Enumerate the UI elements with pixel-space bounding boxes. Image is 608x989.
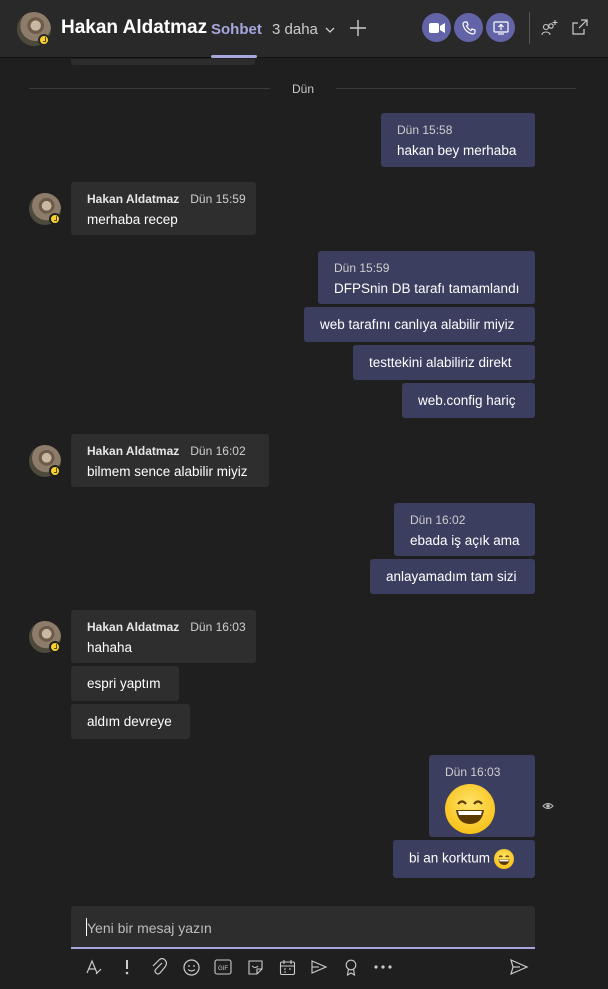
message-timestamp: Dün 15:58	[397, 123, 453, 137]
outgoing-message[interactable]: bi an korktum	[393, 840, 535, 878]
share-screen-icon	[492, 20, 509, 35]
sender-avatar[interactable]	[29, 445, 61, 477]
outgoing-message[interactable]: Dün 15:59 DFPSnin DB tarafı tamamlandı	[318, 251, 535, 304]
message-text: hakan bey merhaba	[397, 143, 517, 158]
away-status-icon	[49, 641, 61, 653]
message-timestamp: Dün 16:03	[445, 765, 501, 779]
message-text: ebada iş açık ama	[410, 533, 520, 548]
incoming-message[interactable]: Hakan Aldatmaz Dün 16:03 hahaha	[71, 610, 256, 663]
meeting-icon[interactable]	[277, 957, 297, 977]
sender-avatar[interactable]	[29, 193, 61, 225]
message-list[interactable]: Dün Dün 15:58 hakan bey merhaba Hakan Al…	[0, 59, 608, 889]
sender-name: Hakan Aldatmaz	[87, 192, 180, 206]
chat-header: Hakan Aldatmaz Sohbet 3 daha	[0, 0, 608, 58]
more-icon[interactable]	[373, 957, 393, 977]
tab-more-label: 3 daha	[272, 21, 318, 38]
message-text: bi an korktum	[409, 850, 491, 866]
previous-message-stub	[71, 59, 255, 65]
send-icon[interactable]	[509, 957, 529, 977]
audio-call-button[interactable]	[454, 13, 483, 42]
message-text: hahaha	[87, 640, 133, 655]
outgoing-message[interactable]: Dün 16:02 ebada iş açık ama	[394, 503, 535, 556]
incoming-message[interactable]: aldım devreye	[71, 704, 190, 739]
compose-placeholder: Yeni bir mesaj yazın	[87, 920, 212, 936]
sender-avatar[interactable]	[29, 621, 61, 653]
outgoing-message[interactable]: Dün 15:58 hakan bey merhaba	[381, 113, 535, 167]
outgoing-message[interactable]: web tarafını canlıya alabilir miyiz	[304, 307, 535, 342]
phone-icon	[461, 20, 476, 35]
emoji-icon[interactable]	[181, 957, 201, 977]
away-status-icon	[38, 34, 50, 46]
message-compose-box[interactable]: Yeni bir mesaj yazın	[71, 906, 535, 949]
gif-icon[interactable]: GIF	[213, 957, 233, 977]
message-text: bilmem sence alabilir miyiz	[87, 464, 248, 479]
message-text: merhaba recep	[87, 212, 178, 227]
praise-icon[interactable]	[341, 957, 361, 977]
message-text: web tarafını canlıya alabilir miyiz	[320, 317, 515, 332]
message-timestamp: Dün 15:59	[190, 192, 246, 206]
format-icon[interactable]	[84, 957, 104, 977]
sender-name: Hakan Aldatmaz	[87, 620, 180, 634]
attach-icon[interactable]	[149, 957, 169, 977]
message-text: web.config hariç	[418, 393, 516, 408]
share-screen-button[interactable]	[486, 13, 515, 42]
video-camera-icon	[428, 22, 445, 33]
incoming-message[interactable]: Hakan Aldatmaz Dün 15:59 merhaba recep	[71, 182, 256, 235]
message-text: anlayamadım tam sizi	[386, 569, 517, 584]
message-text: espri yaptım	[87, 676, 161, 691]
plus-icon[interactable]	[348, 18, 368, 38]
incoming-message[interactable]: Hakan Aldatmaz Dün 16:02 bilmem sence ala…	[71, 434, 269, 487]
pop-out-icon[interactable]	[572, 19, 590, 37]
stream-icon[interactable]	[309, 957, 329, 977]
chevron-down-icon	[325, 27, 335, 33]
away-status-icon	[49, 213, 61, 225]
video-call-button[interactable]	[422, 13, 451, 42]
svg-text:GIF: GIF	[218, 966, 228, 972]
active-tab-indicator	[211, 55, 257, 58]
incoming-message[interactable]: espri yaptım	[71, 666, 179, 701]
add-people-icon[interactable]	[541, 19, 559, 37]
grinning-face-emoji	[445, 784, 495, 834]
message-timestamp: Dün 15:59	[334, 261, 390, 275]
message-timestamp: Dün 16:03	[190, 620, 246, 634]
sender-name: Hakan Aldatmaz	[87, 444, 180, 458]
outgoing-message[interactable]: testtekini alabiliriz direkt	[353, 345, 535, 380]
important-icon[interactable]	[117, 957, 137, 977]
sticker-icon[interactable]	[245, 957, 265, 977]
message-text: aldım devreye	[87, 714, 172, 729]
away-status-icon	[49, 465, 61, 477]
outgoing-message[interactable]: web.config hariç	[402, 383, 535, 418]
message-timestamp: Dün 16:02	[410, 513, 466, 527]
message-text: testtekini alabiliriz direkt	[369, 355, 512, 370]
tab-more-dropdown[interactable]: 3 daha	[272, 21, 335, 38]
message-timestamp: Dün 16:02	[190, 444, 246, 458]
contact-name[interactable]: Hakan Aldatmaz	[61, 17, 207, 39]
outgoing-message[interactable]: anlayamadım tam sizi	[370, 559, 535, 594]
outgoing-message[interactable]: Dün 16:03	[429, 755, 535, 837]
date-divider-label: Dün	[291, 82, 314, 96]
grinning-face-emoji	[494, 849, 515, 869]
contact-avatar[interactable]	[17, 12, 51, 46]
eye-icon	[542, 803, 554, 809]
message-text: DFPSnin DB tarafı tamamlandı	[334, 281, 520, 296]
tab-chat[interactable]: Sohbet	[211, 21, 262, 38]
header-separator	[529, 12, 530, 44]
